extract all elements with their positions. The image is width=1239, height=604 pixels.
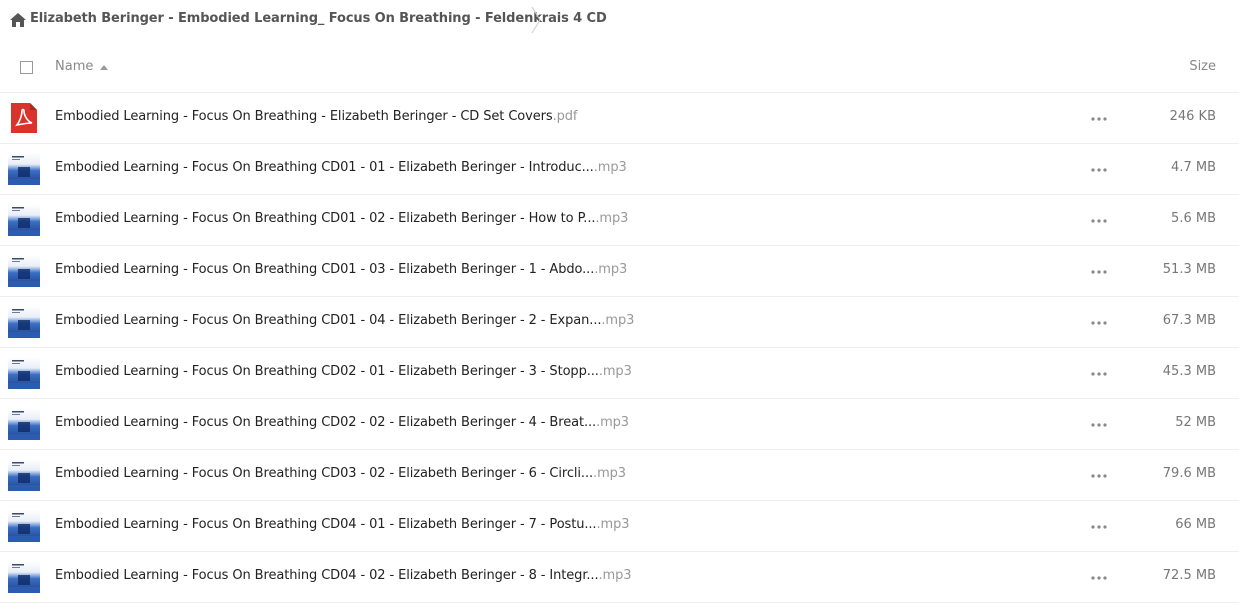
file-row[interactable]: Embodied Learning - Focus On Breathing C… [0,297,1239,348]
file-row[interactable]: Embodied Learning - Focus On Breathing C… [0,144,1239,195]
file-name[interactable]: Embodied Learning - Focus On Breathing C… [55,466,626,481]
file-size: 45.3 MB [1162,364,1216,379]
file-extension: .mp3 [594,262,628,277]
file-name[interactable]: Embodied Learning - Focus On Breathing C… [55,568,632,583]
chevron-right-icon [531,6,541,34]
audio-cover-thumbnail [8,357,40,389]
more-options-icon[interactable] [1091,117,1107,121]
file-size: 5.6 MB [1171,211,1216,226]
file-list: Embodied Learning - Focus On Breathing -… [0,93,1239,603]
file-extension: .mp3 [596,415,629,430]
audio-cover-thumbnail [8,510,40,542]
file-name[interactable]: Embodied Learning - Focus On Breathing C… [55,262,627,277]
more-options-icon[interactable] [1091,321,1107,325]
audio-cover-thumbnail [8,153,40,185]
breadcrumb-current-folder[interactable]: Elizabeth Beringer - Embodied Learning_ … [30,11,607,26]
file-size: 4.7 MB [1171,160,1216,175]
file-extension: .mp3 [593,466,626,481]
file-row[interactable]: Embodied Learning - Focus On Breathing -… [0,93,1239,144]
file-extension: .mp3 [595,211,629,226]
file-name[interactable]: Embodied Learning - Focus On Breathing C… [55,517,629,532]
more-options-icon[interactable] [1091,270,1107,274]
file-extension: .mp3 [596,517,630,532]
file-extension: .mp3 [598,364,632,379]
audio-cover-thumbnail [8,255,40,287]
audio-cover-thumbnail [8,204,40,236]
file-row[interactable]: Embodied Learning - Focus On Breathing C… [0,246,1239,297]
file-row[interactable]: Embodied Learning - Focus On Breathing C… [0,552,1239,603]
more-options-icon[interactable] [1091,474,1107,478]
pdf-file-icon [11,103,37,133]
file-list-header: Name Size [0,44,1239,93]
file-name[interactable]: Embodied Learning - Focus On Breathing -… [55,109,578,124]
audio-cover-thumbnail [8,408,40,440]
file-size: 52 MB [1175,415,1216,430]
file-size: 66 MB [1175,517,1216,532]
file-name[interactable]: Embodied Learning - Focus On Breathing C… [55,160,627,175]
more-options-icon[interactable] [1091,219,1107,223]
more-options-icon[interactable] [1091,423,1107,427]
file-row[interactable]: Embodied Learning - Focus On Breathing C… [0,399,1239,450]
audio-cover-thumbnail [8,561,40,593]
file-name[interactable]: Embodied Learning - Focus On Breathing C… [55,364,632,379]
file-row[interactable]: Embodied Learning - Focus On Breathing C… [0,450,1239,501]
column-header-name[interactable]: Name [55,59,93,74]
file-size: 79.6 MB [1162,466,1216,481]
more-options-icon[interactable] [1091,168,1107,172]
file-extension: .mp3 [601,313,635,328]
file-size: 51.3 MB [1162,262,1216,277]
more-options-icon[interactable] [1091,576,1107,580]
file-row[interactable]: Embodied Learning - Focus On Breathing C… [0,501,1239,552]
audio-cover-thumbnail [8,306,40,338]
file-size: 72.5 MB [1162,568,1216,583]
sort-ascending-icon[interactable] [100,65,108,70]
file-row[interactable]: Embodied Learning - Focus On Breathing C… [0,348,1239,399]
file-row[interactable]: Embodied Learning - Focus On Breathing C… [0,195,1239,246]
more-options-icon[interactable] [1091,525,1107,529]
select-all-checkbox[interactable] [20,61,33,74]
file-extension: .mp3 [593,160,627,175]
file-extension: .pdf [552,109,578,124]
breadcrumb: Elizabeth Beringer - Embodied Learning_ … [0,0,1239,40]
column-header-size[interactable]: Size [1189,59,1216,74]
file-name[interactable]: Embodied Learning - Focus On Breathing C… [55,313,634,328]
file-name[interactable]: Embodied Learning - Focus On Breathing C… [55,211,628,226]
more-options-icon[interactable] [1091,372,1107,376]
file-name[interactable]: Embodied Learning - Focus On Breathing C… [55,415,629,430]
file-extension: .mp3 [598,568,632,583]
home-icon[interactable] [10,13,26,27]
audio-cover-thumbnail [8,459,40,491]
file-size: 246 KB [1169,109,1216,124]
file-size: 67.3 MB [1162,313,1216,328]
